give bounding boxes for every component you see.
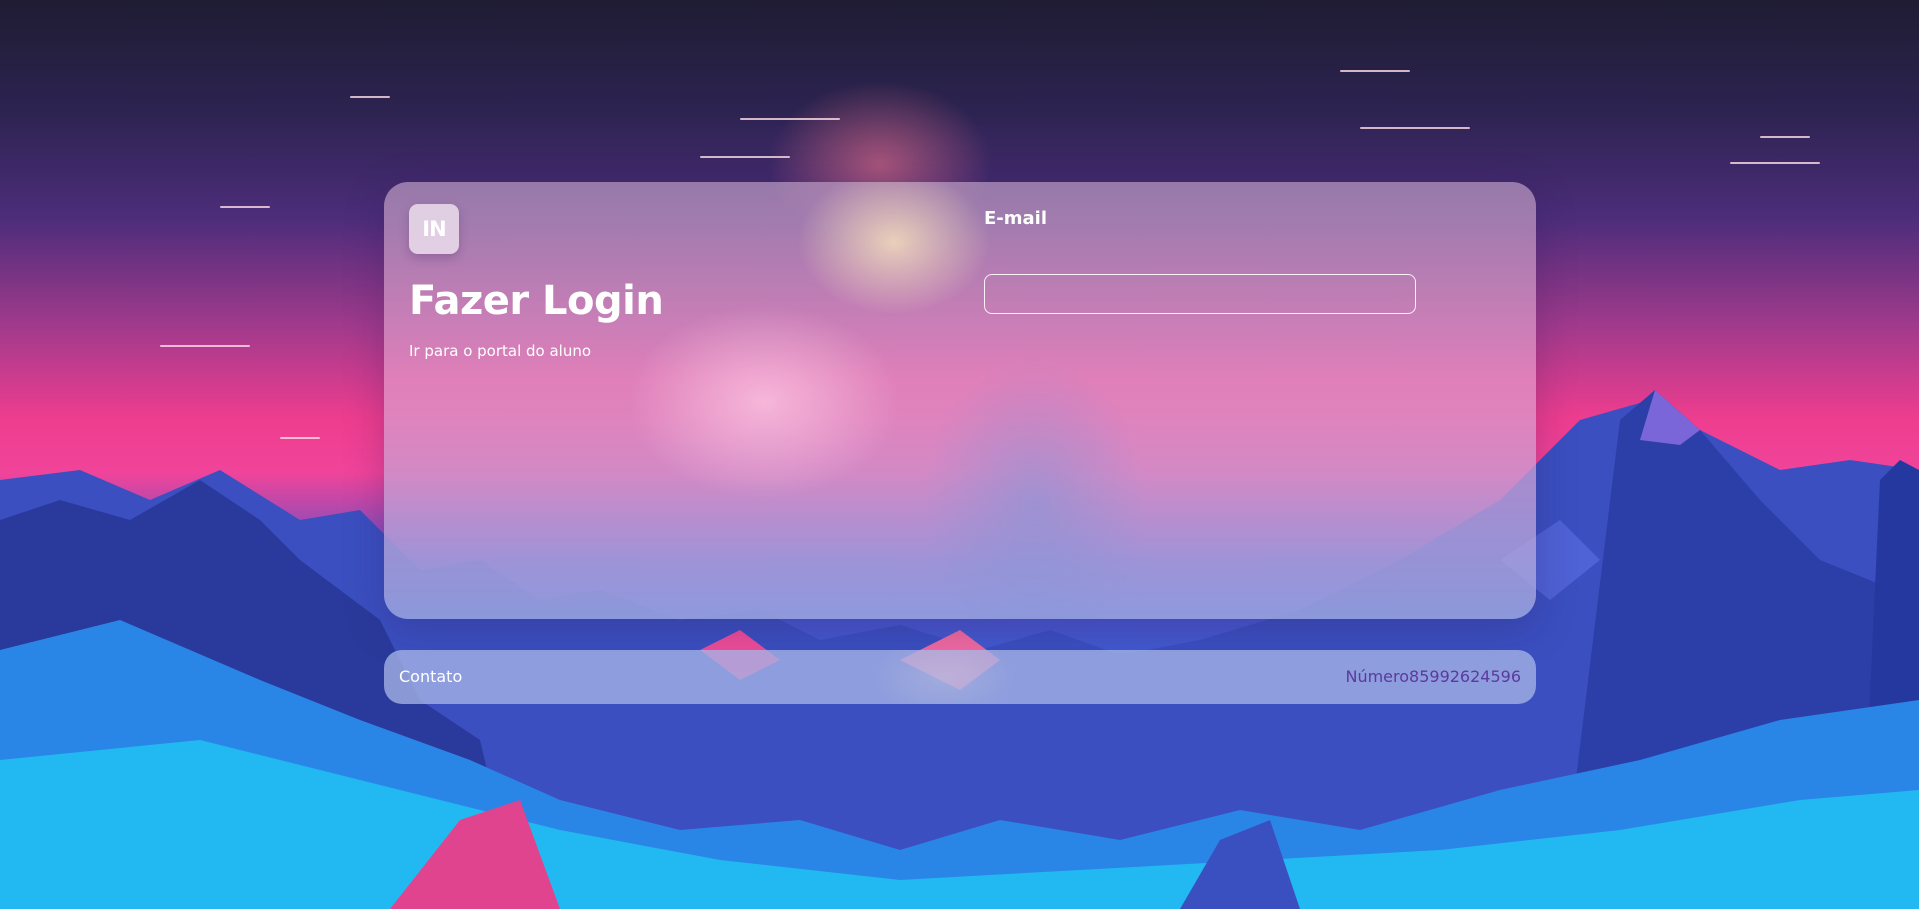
contact-label: Contato xyxy=(399,667,463,686)
contact-bar: Contato Número85992624596 xyxy=(384,650,1536,704)
wind-streak xyxy=(350,96,390,98)
wind-streak xyxy=(1760,136,1810,138)
logo-badge: IN xyxy=(409,204,459,254)
wind-streak xyxy=(1360,127,1470,129)
wind-streak xyxy=(1730,162,1820,164)
email-label: E-mail xyxy=(984,208,1048,229)
phone-number-link[interactable]: Número85992624596 xyxy=(1345,667,1521,686)
wind-streak xyxy=(740,118,840,120)
page-title: Fazer Login xyxy=(409,278,664,324)
wind-streak xyxy=(220,206,270,208)
page-subtitle: Ir para o portal do aluno xyxy=(409,342,592,360)
wind-streak xyxy=(700,156,790,158)
wind-streak xyxy=(280,437,320,439)
wind-streak xyxy=(1340,70,1410,72)
email-input[interactable] xyxy=(984,274,1416,314)
wind-streak xyxy=(160,345,250,347)
login-card: IN Fazer Login Ir para o portal do aluno… xyxy=(384,182,1536,619)
